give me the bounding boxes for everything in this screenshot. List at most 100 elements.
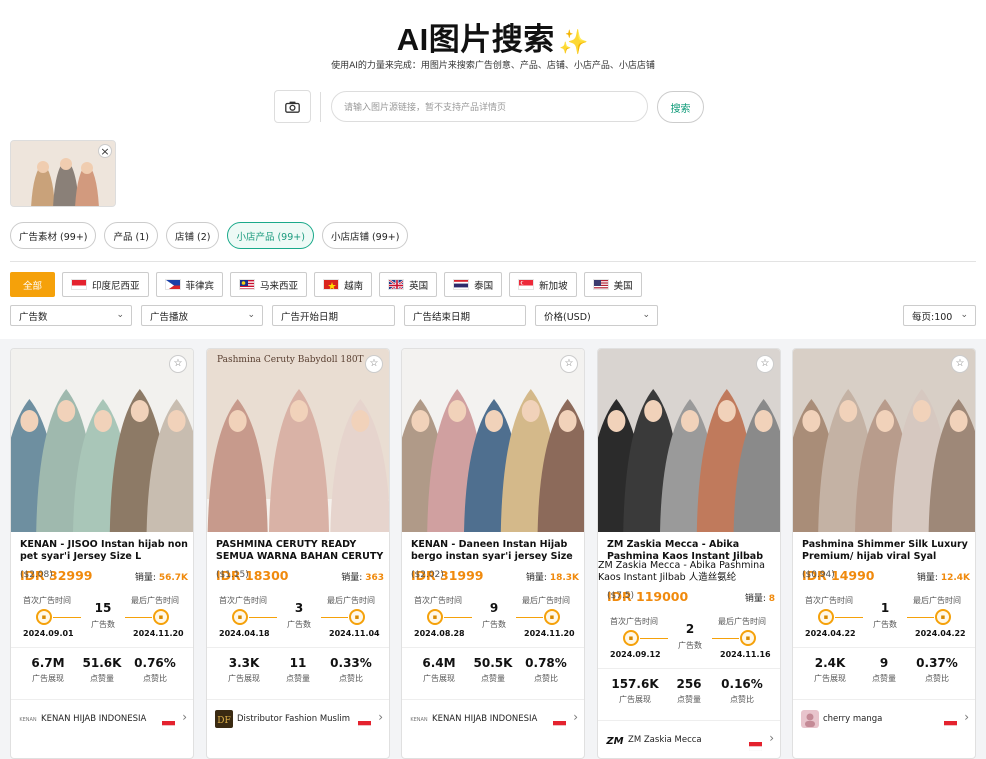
product-card[interactable]: ☆ KENAN - Daneen Instan Hijab bergo inst…	[401, 348, 585, 759]
seller-name[interactable]: KENAN HIJAB INDONESIA	[41, 714, 146, 724]
ad-count-select[interactable]: 广告数 ⌄	[10, 305, 132, 326]
ad-play-select[interactable]: 广告播放 ⌄	[141, 305, 263, 326]
chevron-right-icon[interactable]: ›	[378, 710, 383, 724]
timeline-line	[516, 617, 543, 618]
price-select[interactable]: 价格(USD) ⌄	[535, 305, 658, 326]
likes-stat: 50.5K 点赞量	[473, 656, 513, 683]
ad-count-label: 广告数	[91, 620, 115, 629]
favorite-star-icon[interactable]: ☆	[365, 355, 383, 373]
ad-count-value: 1	[880, 601, 890, 615]
product-title[interactable]: PASHMINA CERUTY READY SEMUA WARNA BAHAN …	[216, 539, 384, 562]
ad-timeline: 首次广告时间 最后广告时间 ▪ ▪ 2 广告数 2024.09.12 2024.…	[598, 616, 780, 662]
seller-row[interactable]: KENAN KENAN HIJAB INDONESIA ›	[11, 699, 193, 733]
page-subtitle: 使用AI的力量来完成：用图片来搜索广告创意、产品、店铺、小店产品、小店店铺	[331, 61, 655, 71]
ad-stats: 6.7M 广告展现 51.6K 点赞量 0.76% 点赞比	[11, 647, 193, 683]
country-filter: 全部 印度尼西亚 菲律宾 马来西亚 越南 英国 泰国 新加坡 美国	[10, 272, 642, 297]
last-ad-label: 最后广告时间	[913, 596, 961, 605]
country-indonesia-button[interactable]: 印度尼西亚	[62, 272, 149, 297]
like-ratio-stat: 0.16% 点赞比	[721, 677, 763, 704]
seller-row[interactable]: ZM ZM Zaskia Mecca ›	[598, 720, 780, 754]
ad-timeline: 首次广告时间 最后广告时间 ▪ ▪ 3 广告数 2024.04.18 2024.…	[207, 595, 389, 641]
product-image[interactable]	[793, 349, 975, 532]
product-card[interactable]: ☆ ZM Zaskia Mecca - Abika Pashmina Kaos …	[597, 348, 781, 759]
tab-ad-creatives[interactable]: 广告素材 (99+)	[10, 222, 97, 249]
last-ad-date: 2024.11.20	[133, 629, 184, 638]
country-malaysia-button[interactable]: 马来西亚	[230, 272, 308, 297]
like-ratio-stat: 0.37% 点赞比	[916, 656, 958, 683]
product-subtitle: ZM Zaskia Mecca - Abika Pashmina Kaos In…	[598, 560, 765, 583]
country-all-button[interactable]: 全部	[10, 272, 56, 297]
chevron-right-icon[interactable]: ›	[182, 710, 187, 724]
seller-name[interactable]: KENAN HIJAB INDONESIA	[432, 714, 537, 724]
remove-image-button[interactable]: ×	[98, 144, 112, 158]
seller-row[interactable]: KENAN KENAN HIJAB INDONESIA ›	[402, 699, 584, 733]
product-image[interactable]	[598, 349, 780, 532]
favorite-star-icon[interactable]: ☆	[951, 355, 969, 373]
last-ad-label: 最后广告时间	[522, 596, 570, 605]
ad-stats: 3.3K 广告展现 11 点赞量 0.33% 点赞比	[207, 647, 389, 683]
ad-count-label: 广告数	[678, 641, 702, 650]
product-image[interactable]	[11, 349, 193, 532]
last-ad-label: 最后广告时间	[131, 596, 179, 605]
chevron-right-icon[interactable]: ›	[573, 710, 578, 724]
ad-count-label: 广告数	[873, 620, 897, 629]
last-ad-date: 2024.11.20	[524, 629, 575, 638]
sales-count: 销量: 8	[744, 594, 775, 604]
sparkle-icon: ✨	[558, 29, 590, 56]
country-vietnam-button[interactable]: 越南	[314, 272, 373, 297]
seller-name[interactable]: ZM Zaskia Mecca	[628, 735, 702, 745]
product-image[interactable]: Pashmina Ceruty Babydoll 180T	[207, 349, 389, 532]
search-button[interactable]: 搜索	[657, 91, 704, 123]
favorite-star-icon[interactable]: ☆	[756, 355, 774, 373]
country-thailand-button[interactable]: 泰国	[444, 272, 503, 297]
image-url-input[interactable]: 请输入图片源链接，暂不支持产品详情页	[331, 91, 648, 122]
product-card[interactable]: ☆ Pashmina Shimmer Silk Luxury Premium/ …	[792, 348, 976, 759]
ad-count-label: 广告数	[482, 620, 506, 629]
product-title[interactable]: ZM Zaskia Mecca - Abika Pashmina Kaos In…	[607, 539, 775, 562]
kenan-logo-icon: KENAN	[410, 710, 428, 728]
chevron-right-icon[interactable]: ›	[769, 731, 774, 745]
indonesia-flag-icon	[161, 715, 176, 731]
seller-row[interactable]: cherry manga ›	[793, 699, 975, 733]
tab-products[interactable]: 产品 (1)	[104, 222, 158, 249]
favorite-star-icon[interactable]: ☆	[169, 355, 187, 373]
first-ad-label: 首次广告时间	[23, 596, 71, 605]
sales-count: 销量: 18.3K	[525, 573, 579, 583]
ad-end-date-input[interactable]: 广告结束日期	[404, 305, 526, 326]
country-philippines-button[interactable]: 菲律宾	[155, 272, 224, 297]
svg-text:ZM: ZM	[606, 736, 624, 747]
timeline-line	[640, 638, 668, 639]
seller-row[interactable]: DF Distributor Fashion Muslim ›	[207, 699, 389, 733]
malaysia-flag-icon	[239, 279, 256, 290]
tab-stores[interactable]: 店铺 (2)	[165, 222, 220, 249]
impressions-stat: 2.4K 广告展现	[814, 656, 846, 683]
product-price-usd: ($2.08)	[20, 570, 53, 580]
tab-shop-stores[interactable]: 小店店铺 (99+)	[321, 222, 409, 249]
per-page-select[interactable]: 每页:100 ⌄	[903, 305, 976, 326]
seller-name[interactable]: Distributor Fashion Muslim	[237, 714, 350, 724]
country-usa-button[interactable]: 美国	[583, 272, 642, 297]
product-image[interactable]	[402, 349, 584, 532]
favorite-star-icon[interactable]: ☆	[560, 355, 578, 373]
timeline-line	[321, 617, 348, 618]
last-ad-label: 最后广告时间	[327, 596, 375, 605]
ad-timeline: 首次广告时间 最后广告时间 ▪ ▪ 9 广告数 2024.08.28 2024.…	[402, 595, 584, 641]
calendar-icon: ▪	[818, 609, 834, 625]
seller-name[interactable]: cherry manga	[823, 714, 882, 724]
first-ad-label: 首次广告时间	[610, 617, 658, 626]
ad-start-date-input[interactable]: 广告开始日期	[272, 305, 395, 326]
product-title[interactable]: KENAN - Daneen Instan Hijab bergo instan…	[411, 539, 579, 562]
svg-text:KENAN: KENAN	[410, 717, 428, 723]
country-uk-button[interactable]: 英国	[379, 272, 438, 297]
indonesia-flag-icon	[943, 715, 958, 731]
indonesia-flag-icon	[552, 715, 567, 731]
camera-upload-button[interactable]	[274, 90, 311, 123]
country-singapore-button[interactable]: 新加坡	[509, 272, 577, 297]
tab-shop-products[interactable]: 小店产品 (99+)	[227, 222, 314, 249]
chevron-right-icon[interactable]: ›	[964, 710, 969, 724]
product-title[interactable]: Pashmina Shimmer Silk Luxury Premium/ hi…	[802, 539, 970, 562]
product-card[interactable]: Pashmina Ceruty Babydoll 180T ☆ PASHMINA…	[206, 348, 390, 759]
price-row: IDR 119000 ($7.5) 销量: 8	[607, 589, 775, 604]
product-card[interactable]: ☆ KENAN - JISOO Instan hijab non pet sya…	[10, 348, 194, 759]
product-title[interactable]: KENAN - JISOO Instan hijab non pet syar'…	[20, 539, 188, 562]
